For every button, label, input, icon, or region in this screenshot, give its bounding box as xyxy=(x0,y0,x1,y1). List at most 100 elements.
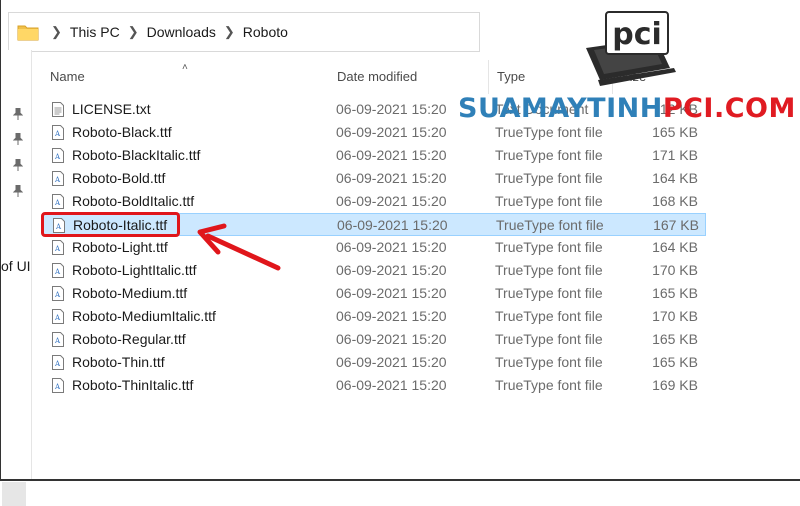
font-file-icon: A xyxy=(52,171,64,186)
file-type: TrueType font file xyxy=(496,217,604,233)
breadcrumb-chevron-icon: ❯ xyxy=(127,24,139,39)
file-row[interactable]: A Roboto-Regular.ttf 06-09-2021 15:20 TrueT… xyxy=(42,328,706,351)
file-name: Roboto-Bold.ttf xyxy=(72,170,166,186)
breadcrumb-roboto[interactable]: Roboto xyxy=(243,24,288,40)
file-date: 06-09-2021 15:20 xyxy=(336,308,447,324)
file-name: Roboto-BoldItalic.ttf xyxy=(72,193,195,209)
font-file-icon: A xyxy=(52,194,64,209)
svg-text:A: A xyxy=(54,314,61,322)
watermark-text: SUAMAYTINHPCI.COM xyxy=(458,93,796,124)
column-date-label: Date modified xyxy=(337,69,418,84)
column-type-label: Type xyxy=(497,69,526,84)
file-size: 165 KB xyxy=(652,331,698,347)
font-file-icon: A xyxy=(52,148,64,163)
file-date: 06-09-2021 15:20 xyxy=(336,101,447,117)
file-size: 167 KB xyxy=(653,217,699,233)
file-date: 06-09-2021 15:20 xyxy=(336,354,447,370)
file-name: Roboto-ThinItalic.ttf xyxy=(72,377,194,393)
file-row[interactable]: A Roboto-Black.ttf 06-09-2021 15:20 TrueTyp… xyxy=(42,121,706,144)
logo-text: pci xyxy=(612,17,662,52)
file-type: TrueType font file xyxy=(495,354,603,370)
highlight-box xyxy=(41,212,180,237)
column-name-label: Name xyxy=(50,69,85,84)
file-row[interactable]: A Roboto-Bold.ttf 06-09-2021 15:20 TrueType… xyxy=(42,167,706,190)
pin-icon[interactable] xyxy=(13,159,23,171)
breadcrumb-this-pc[interactable]: This PC xyxy=(70,24,120,40)
file-date: 06-09-2021 15:20 xyxy=(336,285,447,301)
file-name: Roboto-Light.ttf xyxy=(72,239,168,255)
column-date-modified[interactable]: Date modified xyxy=(329,60,488,94)
file-size: 164 KB xyxy=(652,170,698,186)
file-type: TrueType font file xyxy=(495,193,603,209)
file-size: 165 KB xyxy=(652,124,698,140)
file-row[interactable]: A Roboto-BoldItalic.ttf 06-09-2021 15:20 Tr… xyxy=(42,190,706,213)
breadcrumb-chevron-icon: ❯ xyxy=(223,24,235,39)
file-type: TrueType font file xyxy=(495,285,603,301)
svg-text:A: A xyxy=(54,268,61,276)
file-type: TrueType font file xyxy=(495,262,603,278)
file-date: 06-09-2021 15:20 xyxy=(336,331,447,347)
address-bar[interactable]: ❯ This PC ❯ Downloads ❯ Roboto xyxy=(8,12,480,52)
file-name: Roboto-Regular.ttf xyxy=(72,331,186,347)
font-file-icon: A xyxy=(52,332,64,347)
file-row[interactable]: A Roboto-ThinItalic.ttf 06-09-2021 15:20 Tr… xyxy=(42,374,706,397)
font-file-icon: A xyxy=(52,125,64,140)
red-arrow-icon xyxy=(197,223,281,271)
pin-icon[interactable] xyxy=(13,133,23,145)
file-name: Roboto-LightItalic.ttf xyxy=(72,262,197,278)
font-file-icon: A xyxy=(52,355,64,370)
nav-item-truncated[interactable]: of UI xyxy=(1,258,31,274)
navigation-pane: of UI xyxy=(1,50,32,506)
file-type: TrueType font file xyxy=(495,239,603,255)
file-size: 170 KB xyxy=(652,308,698,324)
file-date: 06-09-2021 15:20 xyxy=(336,193,447,209)
file-row[interactable]: A Roboto-Medium.ttf 06-09-2021 15:20 TrueTy… xyxy=(42,282,706,305)
file-size: 171 KB xyxy=(652,147,698,163)
file-name: LICENSE.txt xyxy=(72,101,151,117)
file-name: Roboto-Medium.ttf xyxy=(72,285,188,301)
file-size: 169 KB xyxy=(652,377,698,393)
svg-text:A: A xyxy=(54,176,61,184)
file-name: Roboto-Thin.ttf xyxy=(72,354,165,370)
file-list: LICENSE.txt 06-09-2021 15:20 Text Document… xyxy=(42,98,706,397)
watermark-text-part2: PCI.COM xyxy=(662,93,796,124)
file-row[interactable]: A Roboto-Thin.ttf 06-09-2021 15:20 TrueType… xyxy=(42,351,706,374)
folder-icon xyxy=(17,25,39,41)
file-row[interactable]: A Roboto-BlackItalic.ttf 06-09-2021 15:20 T… xyxy=(42,144,706,167)
watermark-text-part1: SUAMAYTINH xyxy=(458,93,663,124)
svg-text:A: A xyxy=(54,337,61,345)
svg-text:A: A xyxy=(54,383,61,391)
file-date: 06-09-2021 15:20 xyxy=(336,147,447,163)
file-date: 06-09-2021 15:20 xyxy=(336,262,447,278)
file-date: 06-09-2021 15:20 xyxy=(336,377,447,393)
breadcrumb-chevron-icon: ❯ xyxy=(51,24,62,39)
font-file-icon: A xyxy=(52,309,64,324)
breadcrumb-downloads[interactable]: Downloads xyxy=(147,24,216,40)
file-type: TrueType font file xyxy=(495,124,603,140)
nav-scroll-thumb[interactable] xyxy=(2,482,26,506)
file-row[interactable]: A Roboto-Light.ttf 06-09-2021 15:20 TrueTyp… xyxy=(42,236,706,259)
file-name: Roboto-BlackItalic.ttf xyxy=(72,147,201,163)
file-row[interactable]: A Roboto-LightItalic.ttf 06-09-2021 15:20 T… xyxy=(42,259,706,282)
font-file-icon: A xyxy=(52,263,64,278)
file-type: TrueType font file xyxy=(495,377,603,393)
svg-text:A: A xyxy=(54,199,61,207)
text-file-icon xyxy=(52,102,64,117)
file-size: 165 KB xyxy=(652,354,698,370)
svg-text:A: A xyxy=(54,130,61,138)
font-file-icon: A xyxy=(52,286,64,301)
file-type: TrueType font file xyxy=(495,170,603,186)
file-type: TrueType font file xyxy=(495,147,603,163)
file-size: 170 KB xyxy=(652,262,698,278)
svg-text:A: A xyxy=(54,360,61,368)
pci-logo-icon: pci xyxy=(586,11,676,86)
pin-icon[interactable] xyxy=(13,108,23,120)
file-size: 168 KB xyxy=(652,193,698,209)
svg-text:A: A xyxy=(54,245,61,253)
pin-icon[interactable] xyxy=(13,185,23,197)
file-date: 06-09-2021 15:20 xyxy=(336,170,447,186)
file-name: Roboto-MediumItalic.ttf xyxy=(72,308,216,324)
font-file-icon: A xyxy=(52,378,64,393)
svg-text:A: A xyxy=(54,291,61,299)
file-row[interactable]: A Roboto-MediumItalic.ttf 06-09-2021 15:20… xyxy=(42,305,706,328)
